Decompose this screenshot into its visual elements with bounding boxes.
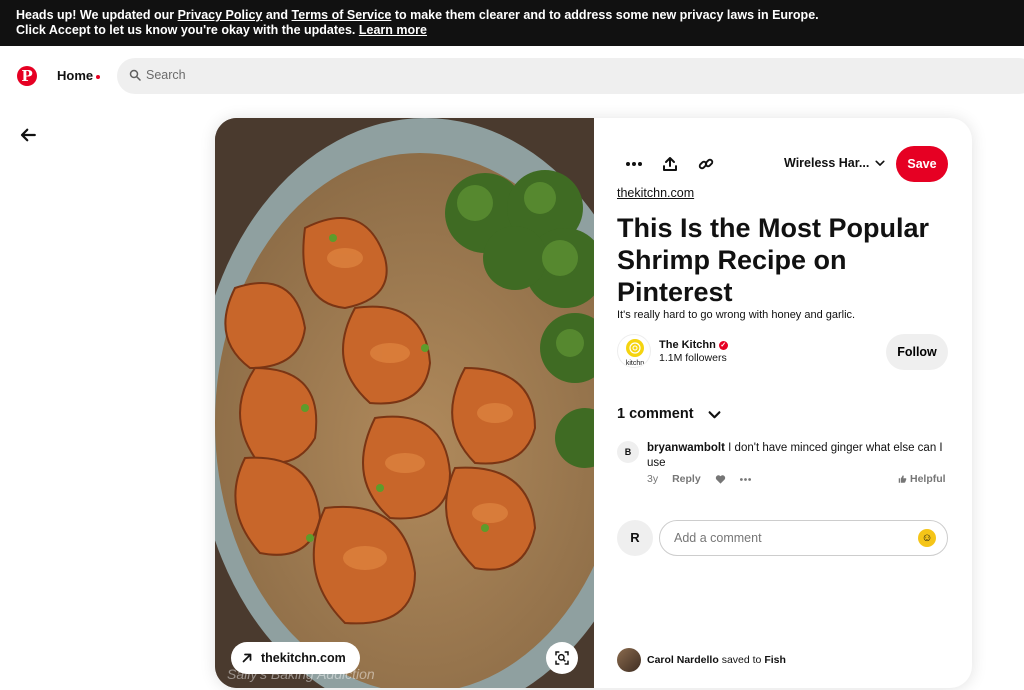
source-pill-label: thekitchn.com xyxy=(261,651,346,665)
helpful-label: Helpful xyxy=(910,473,946,485)
add-comment-field[interactable]: ☺ xyxy=(659,520,948,556)
link-icon xyxy=(698,158,714,170)
source-link-pill[interactable]: thekitchn.com xyxy=(231,642,360,674)
search-icon xyxy=(129,69,141,81)
pin-closeup-card: Sally's Baking Addiction thekitchn.com W… xyxy=(215,118,972,688)
visual-search-button[interactable] xyxy=(546,642,578,674)
board-name: Wireless Har... xyxy=(784,156,870,170)
saved-to-text: saved to xyxy=(721,654,762,666)
reply-button[interactable]: Reply xyxy=(672,473,701,485)
saver-avatar[interactable] xyxy=(617,648,641,672)
comments-toggle[interactable]: 1 comment xyxy=(617,406,721,422)
board-selector[interactable]: Wireless Har... xyxy=(784,156,885,170)
verified-check-icon: ✓ xyxy=(718,340,728,350)
share-button[interactable] xyxy=(660,154,680,174)
visual-search-icon xyxy=(555,651,569,665)
saver-name[interactable]: Carol Nardello xyxy=(647,654,719,666)
comment-age: 3y xyxy=(647,473,659,485)
comments-count: 1 comment xyxy=(617,406,694,422)
banner-line-2: Click Accept to let us know you're okay … xyxy=(16,23,1008,38)
heart-icon[interactable] xyxy=(715,474,726,485)
search-bar[interactable]: Search xyxy=(117,58,1024,94)
banner-text-2: and xyxy=(262,8,292,22)
arrow-up-right-icon xyxy=(242,653,252,663)
creator-name-label: The Kitchn xyxy=(659,339,716,351)
creator-name[interactable]: The Kitchn ✓ xyxy=(659,339,728,351)
pin-title: This Is the Most Popular Shrimp Recipe o… xyxy=(617,213,930,307)
kitchn-logo-text: kitchn xyxy=(626,360,644,367)
commenter-username[interactable]: bryanwambolt xyxy=(647,442,725,454)
banner-text-3: to make them clearer and to address some… xyxy=(391,8,819,22)
saved-by-line: Carol Nardello saved to Fish xyxy=(647,654,786,666)
thumbs-up-icon xyxy=(898,475,907,483)
ellipsis-icon xyxy=(626,162,642,166)
chevron-down-icon xyxy=(708,410,721,418)
pin-details-panel: Wireless Har... Save thekitchn.com This … xyxy=(594,118,972,688)
saved-board-name[interactable]: Fish xyxy=(764,654,786,666)
home-tab[interactable]: Home xyxy=(57,68,101,83)
current-user-avatar[interactable]: R xyxy=(617,520,653,556)
notification-dot xyxy=(96,74,101,79)
pin-description: It's really hard to go wrong with honey … xyxy=(617,309,856,321)
chevron-down-icon xyxy=(875,160,885,166)
emoji-picker-icon[interactable]: ☺ xyxy=(918,529,936,547)
helpful-button[interactable]: Helpful xyxy=(898,473,946,485)
pinterest-logo-icon[interactable]: P xyxy=(17,66,37,86)
banner-text-1: Heads up! We updated our xyxy=(16,8,178,22)
more-options-button[interactable] xyxy=(624,154,644,174)
source-domain-link[interactable]: thekitchn.com xyxy=(617,186,694,200)
share-upload-icon xyxy=(663,157,677,171)
add-comment-input[interactable] xyxy=(674,531,914,545)
privacy-banner: Heads up! We updated our Privacy Policy … xyxy=(0,0,1024,46)
comment-more-icon[interactable] xyxy=(739,477,751,481)
pin-image[interactable]: Sally's Baking Addiction thekitchn.com xyxy=(215,118,594,688)
top-nav: P Home Search xyxy=(0,46,1024,106)
kitchn-logo-icon: kitchn xyxy=(626,339,644,367)
back-arrow-icon[interactable] xyxy=(19,126,37,144)
follow-button[interactable]: Follow xyxy=(886,334,948,370)
learn-more-link[interactable]: Learn more xyxy=(359,23,427,37)
comment-body: bryanwambolt I don't have minced ginger … xyxy=(647,441,947,471)
commenter-avatar[interactable]: B xyxy=(617,441,639,463)
privacy-policy-link[interactable]: Privacy Policy xyxy=(178,8,263,22)
terms-of-service-link[interactable]: Terms of Service xyxy=(292,8,392,22)
save-button[interactable]: Save xyxy=(896,146,948,182)
banner-text-4: Click Accept to let us know you're okay … xyxy=(16,23,359,37)
creator-avatar[interactable]: kitchn xyxy=(617,334,651,368)
copy-link-button[interactable] xyxy=(696,154,716,174)
follower-count: 1.1M followers xyxy=(659,352,727,364)
home-label: Home xyxy=(57,68,94,83)
banner-line-1: Heads up! We updated our Privacy Policy … xyxy=(16,8,1008,23)
shrimp-bowl-illustration xyxy=(215,118,594,688)
search-input[interactable]: Search xyxy=(146,68,186,82)
comment-meta: 3y Reply xyxy=(647,473,751,485)
